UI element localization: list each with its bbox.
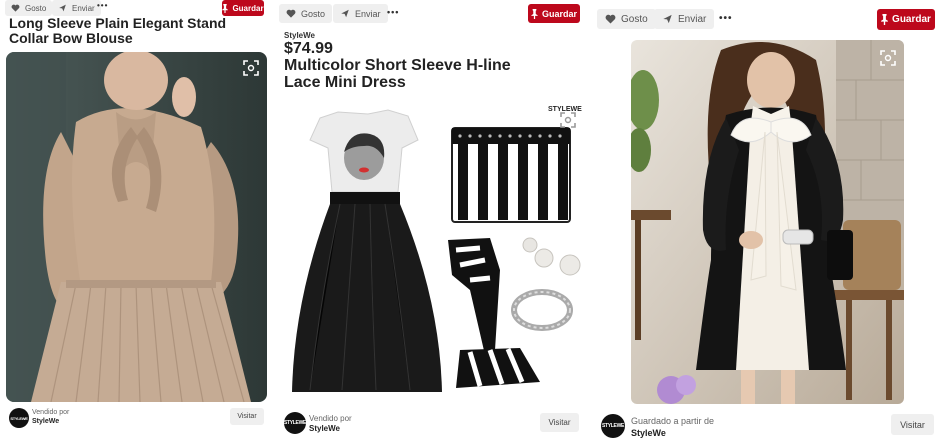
like-label: Gosto (621, 13, 648, 25)
price: $74.99 (284, 40, 333, 57)
pin-image[interactable]: STYLEWE (280, 100, 582, 405)
send-icon (663, 14, 672, 24)
pin-icon (222, 3, 229, 13)
send-label: Enviar (355, 8, 381, 19)
footer-source-name[interactable]: StyleWe (309, 424, 340, 433)
save-button[interactable]: Guardar (528, 4, 580, 23)
pin-image[interactable] (631, 40, 904, 404)
more-options-button[interactable]: ••• (97, 1, 108, 10)
like-label: Gosto (301, 8, 326, 19)
expand-icon[interactable] (880, 50, 896, 66)
avatar[interactable]: STYLEWE (9, 408, 29, 428)
like-label: Gosto (25, 3, 47, 13)
footer-prefix: Guardado a partir de (631, 416, 715, 426)
send-icon (341, 9, 349, 18)
footer-source-name[interactable]: StyleWe (32, 418, 59, 425)
heart-icon (286, 9, 296, 18)
pin-card: Gosto Enviar ••• Guardar StyleWe $74.99 … (276, 0, 584, 444)
footer-prefix: Vendido por (32, 409, 70, 416)
pin-title[interactable]: Multicolor Short Sleeve H-line Lace Mini… (284, 57, 544, 92)
send-button[interactable]: Enviar (52, 0, 101, 16)
send-label: Enviar (678, 13, 707, 25)
send-label: Enviar (72, 3, 95, 13)
avatar[interactable]: STYLEWE (601, 414, 625, 438)
like-button[interactable]: Gosto (5, 0, 53, 16)
pin-card: Gosto Enviar ••• Guardar STYLEWE Guardad… (592, 0, 936, 444)
bow-dress-photo (631, 40, 904, 404)
send-icon (59, 4, 66, 12)
pin-image[interactable] (6, 52, 267, 402)
save-label: Guardar (541, 8, 577, 19)
heart-icon (11, 4, 20, 12)
heart-icon (605, 14, 616, 24)
send-button[interactable]: Enviar (333, 4, 388, 23)
pin-icon (531, 8, 538, 19)
blouse-photo (6, 52, 267, 402)
pin-icon (881, 14, 888, 25)
avatar[interactable]: STYLEWE (284, 412, 306, 434)
more-options-button[interactable]: ••• (719, 13, 733, 24)
save-label: Guardar (232, 3, 264, 13)
seller-label: StyleWe (284, 31, 315, 40)
like-button[interactable]: Gosto (279, 4, 333, 23)
footer-prefix: Vendido por (309, 414, 352, 423)
save-label: Guardar (892, 14, 931, 25)
collage-photo (280, 100, 582, 405)
visit-button[interactable]: Visitar (230, 408, 264, 425)
like-button[interactable]: Gosto (597, 9, 656, 29)
visit-button[interactable]: Visitar (540, 413, 579, 432)
pin-title[interactable]: Long Sleeve Plain Elegant Stand Collar B… (9, 16, 264, 46)
visit-button[interactable]: Visitar (891, 414, 934, 435)
footer-source-name[interactable]: StyleWe (631, 428, 666, 438)
expand-icon[interactable] (243, 60, 259, 76)
send-button[interactable]: Enviar (654, 9, 715, 29)
more-options-button[interactable]: ••• (387, 7, 399, 17)
save-button[interactable]: Guardar (222, 0, 264, 16)
expand-icon[interactable] (560, 112, 576, 128)
save-button[interactable]: Guardar (877, 9, 935, 30)
pin-card: Gosto Enviar ••• Guardar Long Sleeve Pla… (0, 0, 270, 444)
